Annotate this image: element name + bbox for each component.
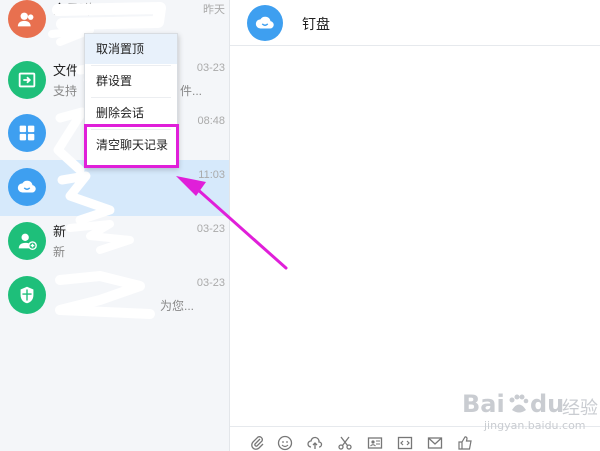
menu-item-group-settings[interactable]: 群设置 — [85, 66, 177, 96]
conversation-preview: 新 — [53, 245, 66, 259]
cloud-icon — [255, 16, 274, 29]
conversation-preview-tail: 件... — [180, 84, 203, 98]
chat-title: 钉盘 — [302, 16, 330, 32]
conversation-list: 全员群 昨天 文件 支持 件... 03-23 08:48 11:03 新 新 … — [0, 0, 230, 451]
chat-avatar[interactable] — [247, 5, 283, 41]
file-avatar — [8, 61, 46, 99]
conversation-name: 新 — [53, 224, 67, 239]
cloud-icon — [17, 180, 36, 193]
security-avatar — [8, 276, 46, 314]
scissors-icon[interactable] — [336, 434, 354, 451]
message-area — [230, 46, 600, 426]
shield-icon — [20, 286, 34, 304]
conversation-name: 文件 — [53, 63, 80, 78]
conversation-preview: 为您... — [160, 299, 195, 313]
menu-item-clear-chat-history[interactable]: 清空聊天记录 — [85, 130, 177, 160]
conversation-item-security[interactable]: 为您... 03-23 — [0, 268, 229, 324]
conversation-time: 昨天 — [203, 4, 225, 16]
conversation-time: 03-23 — [196, 277, 225, 289]
file-transfer-icon — [18, 72, 36, 88]
apps-avatar — [8, 114, 46, 152]
conversation-item-new-friend[interactable]: 新 新 03-23 — [0, 214, 229, 270]
menu-item-delete-conversation[interactable]: 删除会话 — [85, 98, 177, 128]
conversation-time: 03-23 — [196, 223, 225, 235]
paperclip-icon[interactable] — [248, 434, 266, 451]
group-avatar — [8, 0, 46, 38]
conversation-time: 11:03 — [198, 169, 225, 181]
chat-header: 钉盘 — [230, 0, 600, 46]
conversation-time: 03-23 — [196, 62, 225, 74]
contact-card-icon[interactable] — [366, 434, 384, 451]
code-icon[interactable] — [396, 434, 414, 451]
group-icon — [17, 12, 34, 27]
grid-icon — [19, 125, 35, 141]
dingpan-avatar — [8, 168, 46, 206]
new-friend-avatar — [8, 222, 46, 260]
menu-item-unpin[interactable]: 取消置顶 — [85, 34, 177, 64]
conversation-name: 全员群 — [53, 2, 93, 17]
cloud-upload-icon[interactable] — [306, 434, 324, 451]
thumbs-up-icon[interactable] — [456, 434, 474, 451]
conversation-time: 08:48 — [197, 115, 225, 127]
add-user-icon — [18, 233, 37, 250]
mail-icon[interactable] — [426, 434, 444, 451]
conversation-item-dingpan[interactable]: 11:03 — [0, 160, 229, 216]
context-menu: 取消置顶 群设置 删除会话 清空聊天记录 — [84, 33, 178, 168]
conversation-preview: 支持 — [53, 84, 78, 98]
input-toolbar — [230, 426, 600, 451]
emoji-icon[interactable] — [276, 434, 294, 451]
